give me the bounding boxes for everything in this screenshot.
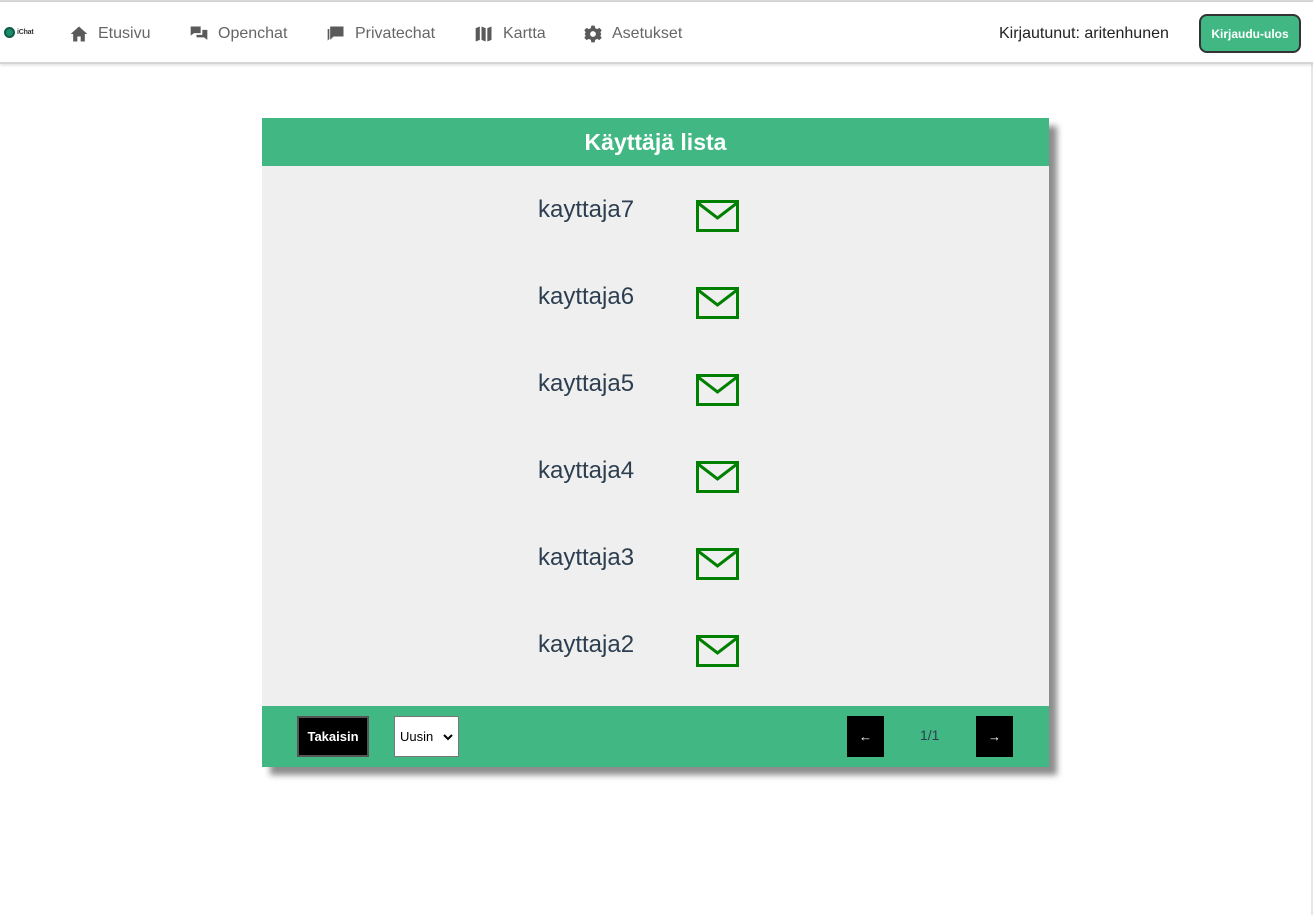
user-name: kayttaja6 xyxy=(538,283,635,310)
home-icon xyxy=(70,26,88,42)
chat-bubbles-icon xyxy=(190,26,208,40)
nav-item-label: Asetukset xyxy=(612,25,683,42)
map-icon xyxy=(475,26,492,42)
nav-item-etusivu[interactable]: Etusivu xyxy=(69,22,150,46)
nav-item-label: Privatechat xyxy=(355,25,436,42)
nav-item-openchat[interactable]: Openchat xyxy=(189,22,287,46)
user-name: kayttaja7 xyxy=(538,196,635,223)
mail-icon[interactable] xyxy=(696,374,739,406)
page-indicator: 1/1 xyxy=(920,727,940,743)
panel-header: Käyttäjä lista xyxy=(262,118,1049,166)
list-item: kayttaja7 xyxy=(262,192,1049,232)
list-item: kayttaja6 xyxy=(262,279,1049,319)
list-item: kayttaja3 xyxy=(262,540,1049,580)
sort-select-value: Uusin xyxy=(400,729,434,744)
user-name: kayttaja3 xyxy=(538,544,635,571)
user-name: kayttaja4 xyxy=(538,457,635,484)
panel-footer: Takaisin Uusin ← 1/1 → xyxy=(262,706,1049,767)
panel-title: Käyttäjä lista xyxy=(584,128,727,155)
nav-item-label: Etusivu xyxy=(98,25,151,42)
logged-in-status: Kirjautunut: aritenhunen xyxy=(999,25,1169,42)
prev-page-button[interactable]: ← xyxy=(847,716,884,757)
mail-icon[interactable] xyxy=(696,635,739,667)
nav-item-asetukset[interactable]: Asetukset xyxy=(583,22,682,46)
logout-button[interactable]: Kirjaudu-ulos xyxy=(1199,14,1301,53)
app-logo[interactable]: iChat xyxy=(4,25,38,39)
mail-icon[interactable] xyxy=(696,461,739,493)
list-item: kayttaja4 xyxy=(262,453,1049,493)
logo-mark xyxy=(4,26,15,38)
nav-item-kartta[interactable]: Kartta xyxy=(474,22,546,46)
navbar: iChat Etusivu Openchat Privatechat Kartt… xyxy=(0,2,1313,64)
chevron-down-icon xyxy=(443,734,453,741)
sort-select[interactable]: Uusin xyxy=(394,716,459,757)
gear-icon xyxy=(584,25,602,43)
nav-item-label: Openchat xyxy=(218,25,288,42)
user-name: kayttaja2 xyxy=(538,631,635,658)
private-chat-icon xyxy=(327,26,344,41)
back-button[interactable]: Takaisin xyxy=(297,716,369,757)
logo-text: iChat xyxy=(17,28,34,36)
nav-item-privatechat[interactable]: Privatechat xyxy=(326,22,435,46)
list-item: kayttaja2 xyxy=(262,627,1049,667)
mail-icon[interactable] xyxy=(696,200,739,232)
user-name: kayttaja5 xyxy=(538,370,635,397)
user-list-panel: Käyttäjä lista kayttaja7 kayttaja6 kaytt… xyxy=(262,118,1049,767)
list-item: kayttaja5 xyxy=(262,366,1049,406)
mail-icon[interactable] xyxy=(696,287,739,319)
nav-item-label: Kartta xyxy=(503,25,546,42)
mail-icon[interactable] xyxy=(696,548,739,580)
next-page-button[interactable]: → xyxy=(976,716,1013,757)
